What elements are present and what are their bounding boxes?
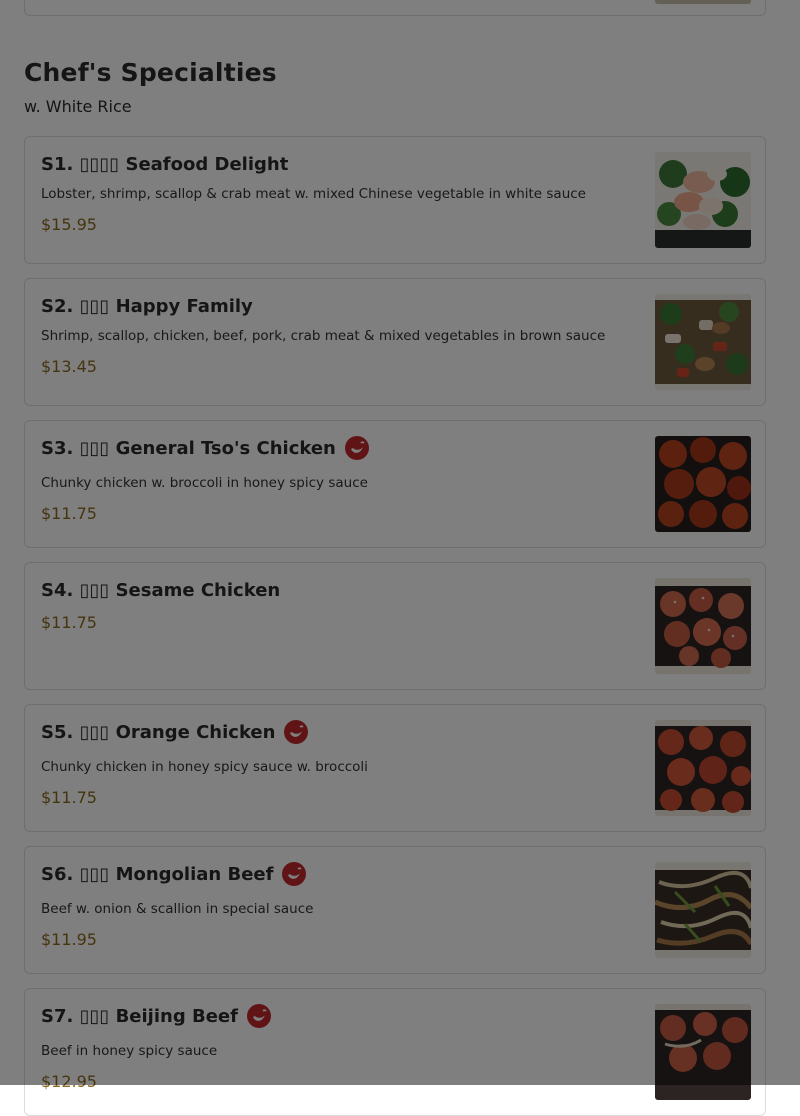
menu-page: Chef's Specialties w. White Rice S1. ▯▯▯… [0, 0, 800, 1116]
modal-backdrop-overlay[interactable] [0, 0, 800, 1085]
